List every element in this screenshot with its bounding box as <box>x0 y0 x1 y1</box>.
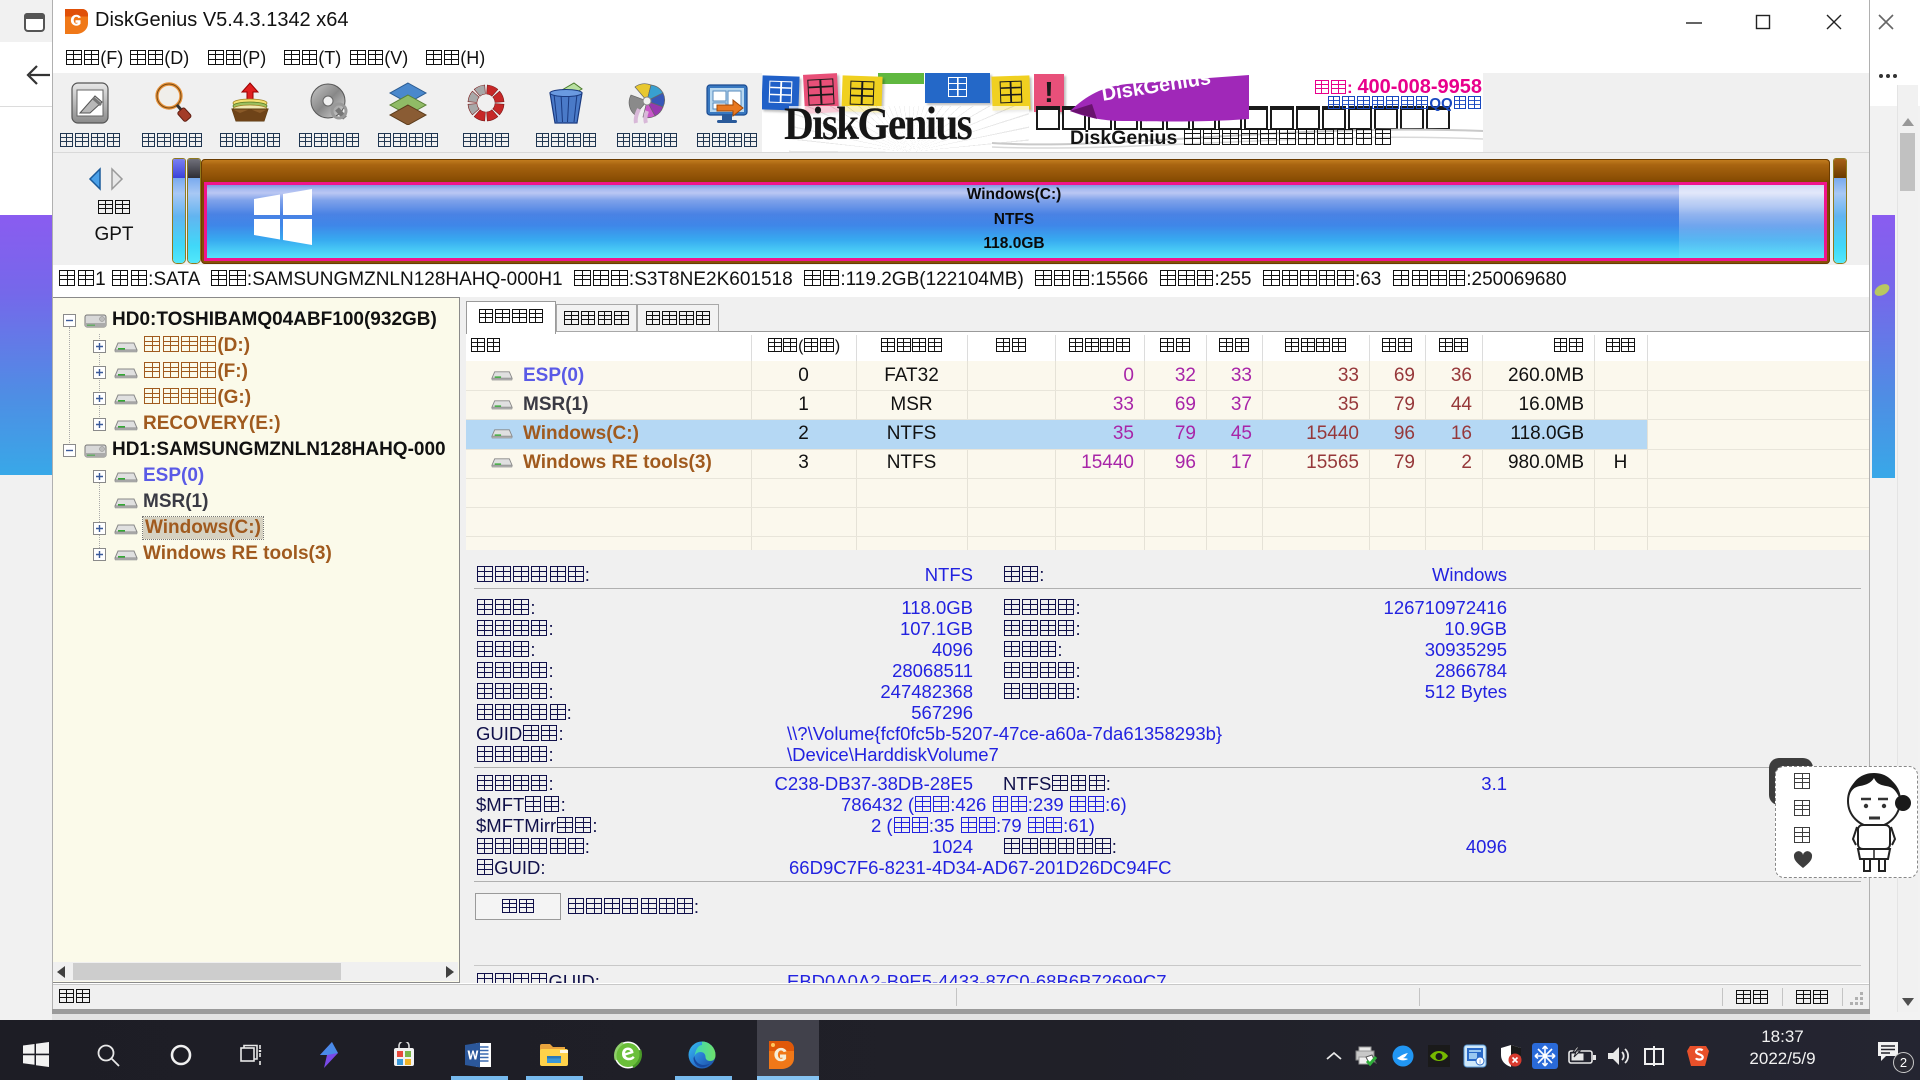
svg-text:i: i <box>1479 1060 1480 1066</box>
